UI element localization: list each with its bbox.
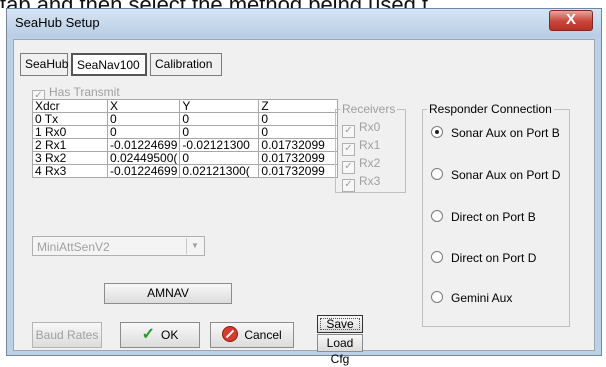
table-cell[interactable]: -0.02121300 (179, 138, 260, 152)
table-header-row: Xdcr X Y Z (32, 99, 339, 113)
table-cell[interactable]: -0.01224699 (106, 138, 181, 152)
receiver-label: Rx0 (359, 120, 381, 134)
table-cell[interactable]: 4 Rx3 (32, 164, 108, 178)
close-icon: X (565, 11, 576, 28)
table-cell[interactable]: 0 (106, 112, 181, 126)
amnav-button[interactable]: AMNAV (104, 283, 232, 304)
table-row[interactable]: 4 Rx3 -0.01224699 0.02121300( 0.01732099 (32, 164, 339, 178)
table-cell[interactable]: 0 (258, 112, 339, 126)
column-header-y: Y (179, 99, 260, 113)
radio-icon (431, 291, 443, 303)
receiver-rx1-checkbox[interactable]: ✓ Rx1 (342, 138, 380, 156)
radio-gemini-aux[interactable]: Gemini Aux (431, 291, 512, 305)
table-cell[interactable]: 0 Tx (32, 112, 108, 126)
checkmark-icon: ✓ (342, 161, 355, 174)
receivers-group-title: Receivers (340, 102, 398, 116)
checkmark-icon: ✓ (141, 326, 156, 343)
save-cfg-button[interactable]: Save Cfg (317, 315, 363, 347)
responder-group-title: Responder Connection (427, 102, 554, 116)
cancel-button-label: Cancel (244, 328, 282, 342)
radio-direct-port-d[interactable]: Direct on Port D (431, 251, 536, 265)
table-row[interactable]: 2 Rx1 -0.01224699 -0.02121300 0.01732099 (32, 138, 339, 152)
radio-label: Direct on Port B (451, 210, 536, 224)
has-transmit-label: Has Transmit (49, 85, 120, 99)
tab-label: SeaNav100 (77, 58, 140, 72)
table-cell[interactable]: 0.02121300( (179, 164, 260, 178)
table-cell[interactable]: 0 (258, 125, 339, 139)
radio-label: Sonar Aux on Port D (451, 168, 561, 182)
radio-sonar-aux-port-b[interactable]: Sonar Aux on Port B (431, 126, 560, 140)
load-cfg-button[interactable]: Load Cfg (317, 334, 363, 366)
table-cell[interactable]: 0.01732099 (258, 164, 339, 178)
table-cell[interactable]: 2 Rx1 (32, 138, 108, 152)
cancel-button[interactable]: Cancel (210, 322, 294, 348)
receiver-label: Rx1 (359, 138, 381, 152)
receiver-rx2-checkbox[interactable]: ✓ Rx2 (342, 156, 380, 174)
radio-label: Direct on Port D (451, 251, 537, 265)
column-header-z: Z (258, 99, 339, 113)
table-cell[interactable]: 0 (179, 125, 260, 139)
table-cell[interactable]: 1 Rx0 (32, 125, 108, 139)
receiver-label: Rx3 (359, 174, 381, 188)
seahub-setup-dialog: SeaHub Setup X SeaHub SeaNav100 Calibrat… (6, 8, 602, 366)
table-cell[interactable]: 0.02449500( (106, 151, 181, 165)
table-cell[interactable]: 0.01732099 (258, 138, 339, 152)
sensor-select[interactable]: MiniAttSenV2 ▼ (32, 236, 205, 256)
radio-icon (431, 251, 443, 263)
table-cell[interactable]: -0.01224699 (106, 164, 181, 178)
transducer-table[interactable]: Xdcr X Y Z 0 Tx 0 0 0 1 Rx0 0 0 0 2 Rx1 … (32, 99, 339, 178)
cancel-icon (222, 326, 239, 342)
title-bar[interactable]: SeaHub Setup X (7, 9, 601, 37)
dialog-client-area: SeaHub SeaNav100 Calibration ✓ Has Transm… (13, 39, 595, 366)
radio-selected-icon (431, 126, 443, 138)
responder-connection-group: Responder Connection Sonar Aux on Port B… (422, 102, 570, 327)
radio-icon (431, 168, 443, 180)
chevron-down-icon[interactable]: ▼ (186, 238, 203, 254)
table-row[interactable]: 3 Rx2 0.02449500( 0 0.01732099 (32, 151, 339, 165)
table-cell[interactable]: 0 (179, 112, 260, 126)
ok-button[interactable]: ✓ OK (120, 322, 200, 348)
table-cell[interactable]: 0.01732099 (258, 151, 339, 165)
tab-label: SeaHub (25, 57, 69, 71)
checkmark-icon: ✓ (342, 143, 355, 156)
close-button[interactable]: X (549, 10, 593, 31)
receiver-rx0-checkbox[interactable]: ✓ Rx0 (342, 120, 380, 138)
tab-label: Calibration (155, 57, 213, 71)
radio-label: Gemini Aux (451, 291, 513, 305)
document-text-fragment: tab and then select the method being use… (0, 0, 606, 8)
sensor-select-value: MiniAttSenV2 (37, 240, 110, 254)
radio-direct-port-b[interactable]: Direct on Port B (431, 210, 536, 224)
baud-rates-button[interactable]: Baud Rates (32, 322, 102, 348)
tab-seanav100[interactable]: SeaNav100 (71, 53, 147, 76)
tab-calibration[interactable]: Calibration (150, 53, 222, 76)
load-cfg-label: Load Cfg (326, 336, 354, 366)
receiver-label: Rx2 (359, 156, 381, 170)
ok-button-label: OK (161, 328, 179, 342)
amnav-button-label: AMNAV (147, 286, 189, 300)
table-row[interactable]: 1 Rx0 0 0 0 (32, 125, 339, 139)
radio-icon (431, 210, 443, 222)
receiver-rx3-checkbox[interactable]: ✓ Rx3 (342, 174, 380, 192)
checkmark-icon: ✓ (342, 179, 355, 192)
column-header-x: X (106, 99, 181, 113)
baud-rates-label: Baud Rates (35, 328, 99, 342)
table-row[interactable]: 0 Tx 0 0 0 (32, 112, 339, 126)
radio-sonar-aux-port-d[interactable]: Sonar Aux on Port D (431, 168, 560, 182)
table-cell[interactable]: 3 Rx2 (32, 151, 108, 165)
receivers-group: Receivers ✓ Rx0 ✓ Rx1 ✓ Rx2 ✓ Rx3 (335, 102, 406, 193)
window-title: SeaHub Setup (15, 15, 100, 30)
checkmark-icon: ✓ (342, 125, 355, 138)
tab-seahub[interactable]: SeaHub (20, 53, 68, 76)
radio-label: Sonar Aux on Port B (451, 126, 560, 140)
table-cell[interactable]: 0 (179, 151, 260, 165)
column-header-xdcr: Xdcr (32, 99, 108, 113)
table-cell[interactable]: 0 (106, 125, 181, 139)
